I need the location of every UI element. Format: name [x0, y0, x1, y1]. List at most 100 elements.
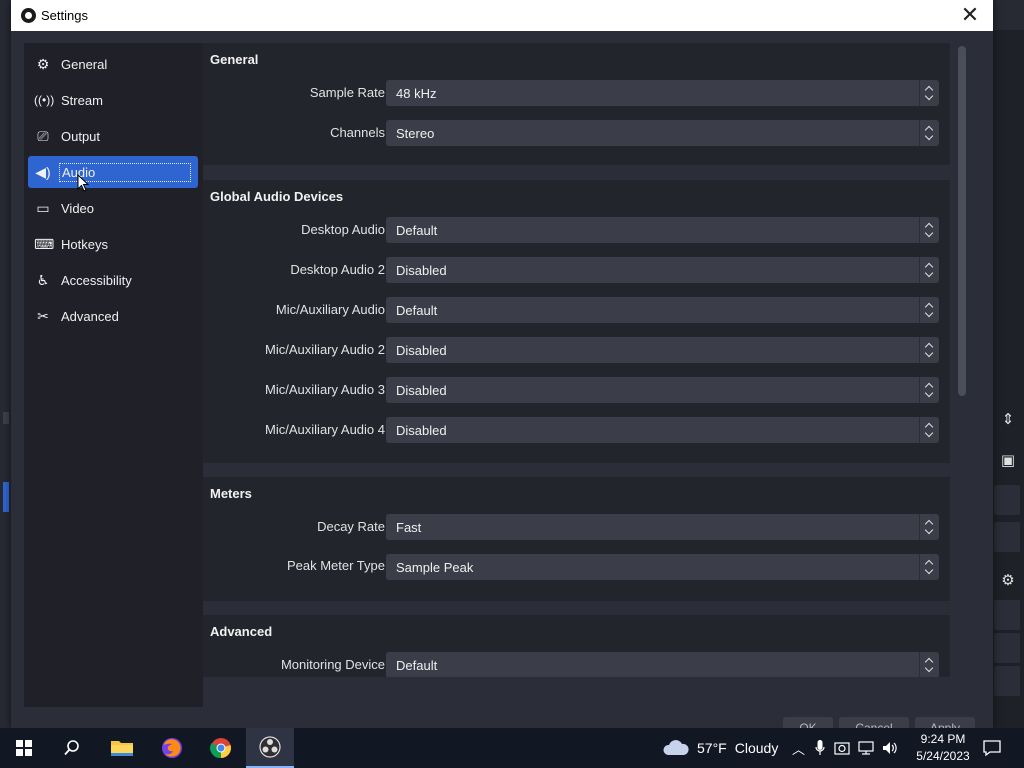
output-icon: ⎚	[37, 127, 49, 144]
sidebar-item-label: Hotkeys	[61, 236, 108, 252]
desktop-audio-label: Desktop Audio	[301, 222, 385, 237]
desktop-audio-select[interactable]: Default	[386, 217, 939, 243]
dock-slot[interactable]	[994, 666, 1020, 696]
desktop-audio-2-label: Desktop Audio 2	[290, 262, 385, 277]
weather-temp: 57°F	[697, 740, 727, 756]
clock-time: 9:24 PM	[920, 732, 966, 746]
sidebar-item-video[interactable]: ▭ Video	[28, 192, 198, 224]
obs-taskbar-button[interactable]	[246, 728, 294, 768]
sidebar-item-label: Advanced	[61, 308, 119, 324]
chevron-updown-icon	[919, 120, 939, 146]
sidebar-item-stream[interactable]: ((•)) Stream	[28, 84, 198, 116]
dock-slot[interactable]	[994, 633, 1020, 663]
folder-icon	[111, 741, 133, 756]
sidebar-item-label: Accessibility	[61, 272, 132, 288]
mouse-cursor-icon	[77, 174, 89, 192]
chevron-up-icon[interactable]: ︿	[792, 739, 805, 758]
mic-aux-audio-4-select[interactable]: Disabled	[386, 417, 939, 443]
chevron-updown-icon	[919, 257, 939, 283]
sidebar-item-advanced[interactable]: ✂ Advanced	[28, 300, 198, 332]
scrollbar-thumb[interactable]	[958, 46, 966, 396]
sidebar-item-label: Video	[61, 200, 95, 216]
group-global-audio-devices: Global Audio Devices Desktop Audio Defau…	[203, 180, 950, 463]
channels-select[interactable]: Stereo	[386, 120, 939, 146]
settings-sidebar: ⚙ General ((•)) Stream ⎚ Output ◀) Audio…	[24, 43, 203, 707]
start-button[interactable]	[0, 728, 48, 768]
chevron-updown-icon	[919, 217, 939, 243]
sidebar-item-general[interactable]: ⚙ General	[28, 48, 198, 80]
mic-aux-audio-select[interactable]: Default	[386, 297, 939, 323]
tools-icon: ✂	[37, 307, 49, 324]
close-button[interactable]: ✕	[947, 0, 993, 31]
accessibility-icon: ♿	[36, 271, 50, 288]
taskbar-clock[interactable]: 9:24 PM 5/24/2023	[908, 731, 978, 765]
mic-aux-audio-label: Mic/Auxiliary Audio	[275, 302, 385, 317]
file-explorer-button[interactable]	[98, 728, 146, 768]
notifications-button[interactable]	[976, 728, 1008, 768]
cloud-icon	[663, 740, 689, 755]
desktop-audio-2-select[interactable]: Disabled	[386, 257, 939, 283]
mic-aux-audio-3-label: Mic/Auxiliary Audio 3	[265, 382, 385, 397]
decay-rate-label: Decay Rate	[317, 519, 385, 534]
sample-rate-label: Sample Rate	[309, 85, 385, 100]
security-icon[interactable]	[834, 740, 850, 756]
title-bar: Settings ✕	[11, 0, 993, 31]
chevron-updown-icon	[919, 652, 939, 677]
chevron-updown-icon	[919, 297, 939, 323]
gear-icon[interactable]: ⚙	[998, 571, 1018, 591]
antenna-icon: ((•))	[34, 93, 55, 107]
apply-button[interactable]: Apply	[915, 717, 975, 728]
volume-icon[interactable]	[882, 740, 898, 756]
chevron-updown-icon[interactable]: ⇕	[998, 410, 1018, 430]
group-general: General Sample Rate 48 kHz Channels Ster…	[203, 43, 950, 165]
group-meters: Meters Decay Rate Fast Peak Meter Type S…	[203, 477, 950, 601]
monitoring-device-label: Monitoring Device	[280, 657, 385, 672]
cancel-button[interactable]: Cancel	[839, 717, 909, 728]
dock-slot[interactable]	[994, 600, 1020, 630]
chevron-updown-icon	[919, 337, 939, 363]
gear-icon: ⚙	[36, 55, 50, 72]
sidebar-item-audio[interactable]: ◀) Audio	[28, 156, 198, 188]
obs-main-left-edge	[0, 400, 10, 700]
chevron-updown-icon	[919, 377, 939, 403]
monitoring-device-select[interactable]: Default	[386, 652, 939, 677]
chevron-updown-icon	[919, 417, 939, 443]
dock-icon[interactable]: ▣	[998, 451, 1018, 471]
notification-icon	[983, 740, 1001, 757]
sidebar-item-label: General	[61, 56, 108, 72]
mic-aux-audio-3-select[interactable]: Disabled	[386, 377, 939, 403]
peak-meter-type-select[interactable]: Sample Peak	[386, 554, 939, 580]
speaker-icon: ◀)	[35, 163, 51, 180]
microphone-icon[interactable]	[815, 740, 825, 756]
obs-main-right-dock: ⇕ ▣ ⚙	[992, 30, 1024, 728]
weather-widget[interactable]: 57°F Cloudy	[662, 728, 778, 768]
sidebar-item-hotkeys[interactable]: ⌨ Hotkeys	[28, 228, 198, 260]
chevron-updown-icon	[919, 554, 939, 580]
section-title: Advanced	[210, 624, 273, 639]
dialog-button-row: OK Cancel Apply	[783, 717, 983, 728]
chrome-icon	[210, 738, 231, 759]
mic-aux-audio-2-select[interactable]: Disabled	[386, 337, 939, 363]
content-scrollbar[interactable]	[955, 43, 969, 677]
section-title: Global Audio Devices	[210, 189, 344, 204]
system-tray: ︿	[790, 728, 898, 768]
sample-rate-select[interactable]: 48 kHz	[386, 80, 939, 106]
peak-meter-type-label: Peak Meter Type	[286, 558, 385, 573]
sidebar-item-label: Output	[61, 128, 101, 144]
window-title: Settings	[41, 8, 88, 23]
sidebar-item-accessibility[interactable]: ♿ Accessibility	[28, 264, 198, 296]
ok-button[interactable]: OK	[783, 717, 833, 728]
chrome-button[interactable]	[197, 728, 245, 768]
network-icon[interactable]	[858, 740, 874, 756]
search-icon	[64, 740, 79, 756]
section-title: General	[210, 52, 259, 67]
windows-logo-icon	[16, 740, 32, 756]
group-advanced: Advanced Monitoring Device Default	[203, 615, 950, 677]
decay-rate-select[interactable]: Fast	[386, 514, 939, 540]
firefox-button[interactable]	[148, 728, 196, 768]
dock-slot[interactable]	[994, 522, 1020, 552]
search-button[interactable]	[48, 728, 96, 768]
sidebar-item-output[interactable]: ⎚ Output	[28, 120, 198, 152]
dock-slot[interactable]	[994, 485, 1020, 515]
monitor-icon: ▭	[36, 199, 50, 216]
